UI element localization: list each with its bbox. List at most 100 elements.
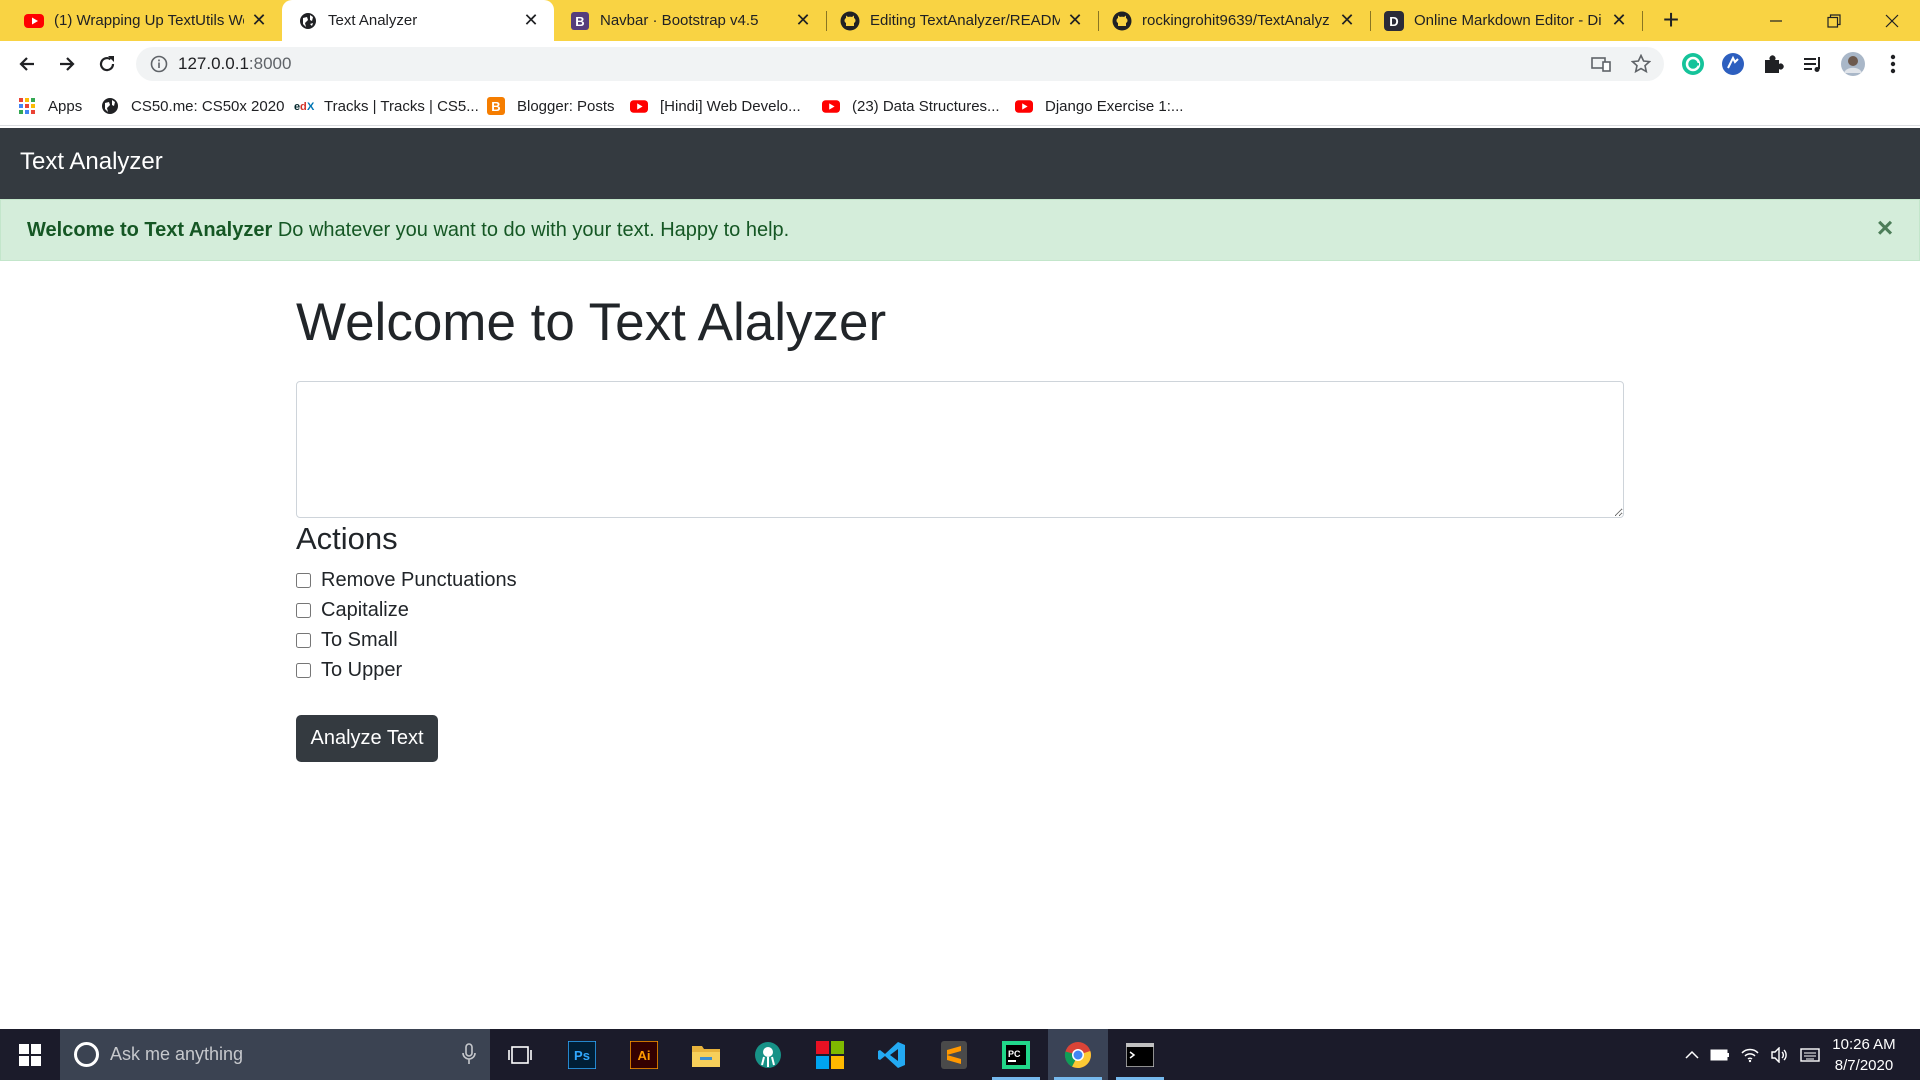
minimize-button[interactable] xyxy=(1747,0,1805,41)
svg-text:Ai: Ai xyxy=(638,1048,651,1063)
remove-punctuations-checkbox[interactable] xyxy=(296,572,311,588)
battery-icon[interactable] xyxy=(1708,1029,1732,1080)
bookmark-label: (23) Data Structures... xyxy=(852,97,1000,115)
microphone-icon[interactable] xyxy=(462,1043,476,1065)
start-button[interactable] xyxy=(0,1029,60,1080)
bookmark-edx-tracks[interactable]: edX Tracks | Tracks | CS5... xyxy=(294,95,479,117)
clock-time: 10:26 AM xyxy=(1832,1036,1896,1053)
text-input[interactable] xyxy=(296,381,1624,518)
bookmark-cs50[interactable]: CS50.me: CS50x 2020 xyxy=(101,95,284,117)
github-icon xyxy=(1112,11,1132,31)
close-icon[interactable]: ✕ xyxy=(1066,11,1084,29)
puzzle-icon[interactable] xyxy=(1759,50,1787,78)
web-page: Text Analyzer Welcome to Text Analyzer D… xyxy=(0,128,1920,1029)
globe-icon xyxy=(298,11,318,31)
url-port: :8000 xyxy=(248,54,292,73)
alert-close-button[interactable]: × xyxy=(1873,214,1897,242)
checkbox-label: To Small xyxy=(321,628,398,651)
gitkraken-app[interactable] xyxy=(738,1029,798,1080)
app-icon xyxy=(816,1040,844,1069)
tray-overflow-button[interactable] xyxy=(1680,1029,1704,1080)
capitalize-checkbox[interactable] xyxy=(296,602,311,618)
bookmark-data-structures[interactable]: (23) Data Structures... xyxy=(822,95,1000,117)
tab-title: (1) Wrapping Up TextUtils We xyxy=(54,12,244,29)
analyze-text-button[interactable]: Analyze Text xyxy=(296,715,438,762)
windows-app[interactable] xyxy=(800,1029,860,1080)
globe-icon xyxy=(101,97,119,115)
bookmark-label: Tracks | Tracks | CS5... xyxy=(324,97,479,115)
extension-blue-icon[interactable] xyxy=(1719,50,1747,78)
sublime-text-app[interactable] xyxy=(924,1029,984,1080)
youtube-icon xyxy=(630,97,648,115)
action-to-small[interactable]: To Small xyxy=(296,627,398,653)
terminal-app[interactable] xyxy=(1110,1029,1170,1080)
navbar-brand[interactable]: Text Analyzer xyxy=(20,148,163,176)
close-window-button[interactable] xyxy=(1863,0,1920,41)
welcome-alert: Welcome to Text Analyzer Do whatever you… xyxy=(0,199,1920,261)
profile-avatar[interactable] xyxy=(1839,50,1867,78)
grammarly-icon[interactable] xyxy=(1679,50,1707,78)
pycharm-app[interactable]: PC xyxy=(986,1029,1046,1080)
star-icon[interactable] xyxy=(1630,53,1652,75)
chrome-app[interactable] xyxy=(1048,1029,1108,1080)
page-title: Welcome to Text Alalyzer xyxy=(296,293,887,352)
checkbox-label: To Upper xyxy=(321,658,403,681)
taskbar: Ask me anything Ps Ai PC 10:26 AM 8/7/20… xyxy=(0,1029,1920,1080)
forward-button[interactable] xyxy=(50,47,84,81)
chevron-up-icon xyxy=(1685,1050,1699,1059)
file-explorer-app[interactable] xyxy=(676,1029,736,1080)
bookmark-apps[interactable]: Apps xyxy=(18,95,82,117)
tab-bootstrap-navbar[interactable]: B Navbar · Bootstrap v4.5 ✕ xyxy=(554,0,826,41)
bootstrap-icon: B xyxy=(570,11,590,31)
tab-github-repo[interactable]: rockingrohit9639/TextAnalyz ✕ xyxy=(1098,0,1370,41)
tab-github-readme[interactable]: Editing TextAnalyzer/READM ✕ xyxy=(826,0,1098,41)
taskbar-clock[interactable]: 10:26 AM 8/7/2020 xyxy=(1826,1034,1902,1076)
url-host: 127.0.0.1 xyxy=(178,54,249,73)
volume-icon[interactable] xyxy=(1768,1029,1792,1080)
media-control-icon[interactable] xyxy=(1799,50,1827,78)
bookmark-hindi-web-dev[interactable]: [Hindi] Web Develo... xyxy=(630,95,801,117)
close-icon[interactable]: ✕ xyxy=(250,11,268,29)
browser-toolbar: 127.0.0.1:8000 xyxy=(0,41,1920,87)
photoshop-app[interactable]: Ps xyxy=(552,1029,612,1080)
illustrator-app[interactable]: Ai xyxy=(614,1029,674,1080)
gitkraken-icon xyxy=(755,1041,781,1068)
info-icon[interactable] xyxy=(150,55,168,73)
close-icon xyxy=(1885,14,1899,27)
bookmark-blogger[interactable]: B Blogger: Posts xyxy=(487,95,615,117)
taskbar-search[interactable]: Ask me anything xyxy=(60,1029,490,1080)
task-view-button[interactable] xyxy=(490,1029,550,1080)
tab-strip: (1) Wrapping Up TextUtils We ✕ Text Anal… xyxy=(0,0,1920,41)
back-button[interactable] xyxy=(10,47,44,81)
action-to-upper[interactable]: To Upper xyxy=(296,657,402,683)
action-capitalize[interactable]: Capitalize xyxy=(296,597,409,623)
close-icon[interactable]: ✕ xyxy=(1338,11,1356,29)
close-icon[interactable]: ✕ xyxy=(522,11,540,29)
menu-icon[interactable] xyxy=(1879,50,1907,78)
to-small-checkbox[interactable] xyxy=(296,632,311,648)
address-bar[interactable]: 127.0.0.1:8000 xyxy=(136,47,1664,81)
url-text: 127.0.0.1:8000 xyxy=(178,54,291,74)
vscode-app[interactable] xyxy=(862,1029,922,1080)
bookmark-django-exercise[interactable]: Django Exercise 1:... xyxy=(1015,95,1183,117)
svg-text:D: D xyxy=(1389,14,1398,29)
svg-text:Ps: Ps xyxy=(574,1048,590,1063)
wifi-icon[interactable] xyxy=(1738,1029,1762,1080)
checkbox-label: Capitalize xyxy=(321,598,409,621)
reload-button[interactable] xyxy=(90,47,124,81)
tab-youtube-textutils[interactable]: (1) Wrapping Up TextUtils We ✕ xyxy=(0,0,282,41)
action-remove-punctuations[interactable]: Remove Punctuations xyxy=(296,567,517,593)
cast-icon[interactable] xyxy=(1590,53,1612,75)
svg-text:PC: PC xyxy=(1008,1049,1021,1059)
clock-date: 8/7/2020 xyxy=(1834,1057,1894,1074)
new-tab-button[interactable]: + xyxy=(1656,6,1686,36)
close-icon[interactable]: ✕ xyxy=(1610,11,1628,29)
bookmark-label: Django Exercise 1:... xyxy=(1045,97,1184,115)
tab-markdown-editor[interactable]: D Online Markdown Editor - Di ✕ xyxy=(1370,0,1642,41)
tab-text-analyzer[interactable]: Text Analyzer ✕ xyxy=(282,0,554,41)
ime-keyboard-icon[interactable] xyxy=(1798,1029,1822,1080)
close-icon[interactable]: ✕ xyxy=(794,11,812,29)
restore-button[interactable] xyxy=(1805,0,1863,41)
apps-grid-icon xyxy=(18,97,36,115)
to-upper-checkbox[interactable] xyxy=(296,662,311,678)
